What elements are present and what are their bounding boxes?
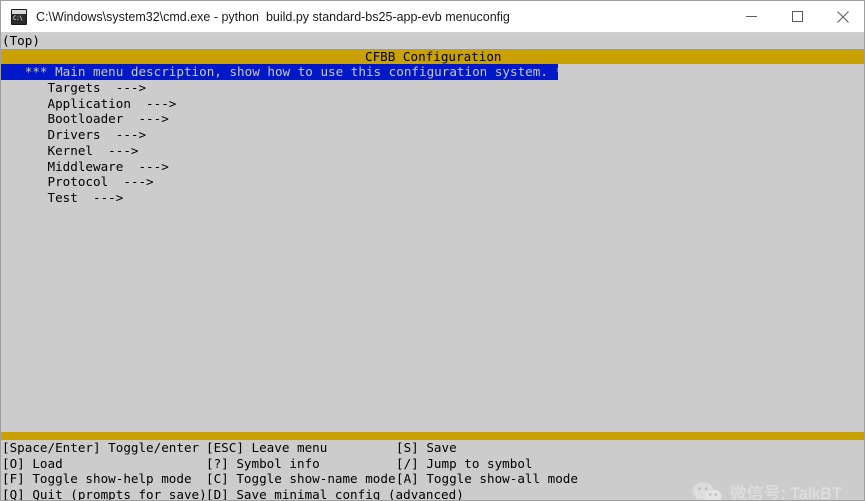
cmd-window: C:\ C:\Windows\system32\cmd.exe - python…	[0, 0, 865, 501]
help-key-symbol-info: [?] Symbol info	[206, 455, 320, 471]
help-separator-bar	[1, 432, 864, 440]
help-key-show-all-mode: [A] Toggle show-all mode	[396, 471, 578, 487]
help-key-quit: [Q] Quit (prompts for save)	[2, 487, 207, 501]
help-row: [O] Load [?] Symbol info [/] Jump to sym…	[1, 455, 864, 472]
console-client-area[interactable]: (Top) CFBB Configuration *** Main menu d…	[1, 32, 864, 501]
window-title: C:\Windows\system32\cmd.exe - python bui…	[36, 9, 510, 24]
menu-item-application[interactable]: Application --->	[1, 96, 864, 112]
help-key-space-enter: [Space/Enter] Toggle/enter	[2, 440, 200, 455]
menu-item-selected-description[interactable]: *** Main menu description, show how to u…	[1, 64, 578, 81]
menu-item-middleware[interactable]: Middleware --->	[1, 159, 864, 175]
menuconfig-title-bar: CFBB Configuration	[1, 48, 864, 65]
maximize-icon	[791, 11, 803, 22]
help-key-save-minimal-config: [D] Save minimal config (advanced)	[206, 487, 464, 501]
console-empty-space	[1, 206, 864, 419]
menuconfig-title: CFBB Configuration	[365, 48, 502, 64]
cmd-console-icon: C:\	[11, 8, 27, 25]
help-key-show-name-mode: [C] Toggle show-name mode	[206, 471, 396, 487]
help-key-load: [O] Load	[2, 455, 63, 471]
help-key-jump-to-symbol: [/] Jump to symbol	[396, 455, 533, 471]
help-key-esc: [ESC] Leave menu	[206, 440, 328, 455]
help-row: [Q] Quit (prompts for save) [D] Save min…	[1, 487, 864, 501]
window-titlebar: C:\ C:\Windows\system32\cmd.exe - python…	[1, 1, 864, 32]
menu-item-targets[interactable]: Targets --->	[1, 80, 864, 96]
window-controls	[728, 1, 864, 32]
cmd-icon-label: C:\	[13, 14, 23, 22]
help-row: [F] Toggle show-help mode [C] Toggle sho…	[1, 471, 864, 487]
menu-item-test[interactable]: Test --->	[1, 190, 864, 206]
menu-item-protocol[interactable]: Protocol --->	[1, 174, 864, 190]
minimize-button[interactable]	[728, 1, 774, 32]
help-key-save: [S] Save	[396, 440, 457, 455]
menu-item-bootloader[interactable]: Bootloader --->	[1, 111, 864, 127]
minimize-icon	[745, 16, 757, 17]
close-icon	[837, 10, 849, 23]
scroll-position-indicator: (Top)	[2, 33, 40, 48]
close-button[interactable]	[820, 1, 864, 32]
help-key-show-help-mode: [F] Toggle show-help mode	[2, 471, 192, 487]
help-key-legend: [Space/Enter] Toggle/enter [ESC] Leave m…	[1, 440, 864, 501]
maximize-button[interactable]	[774, 1, 820, 32]
menu-item-kernel[interactable]: Kernel --->	[1, 143, 864, 159]
menu-item-drivers[interactable]: Drivers --->	[1, 127, 864, 143]
help-row: [Space/Enter] Toggle/enter [ESC] Leave m…	[1, 440, 864, 456]
